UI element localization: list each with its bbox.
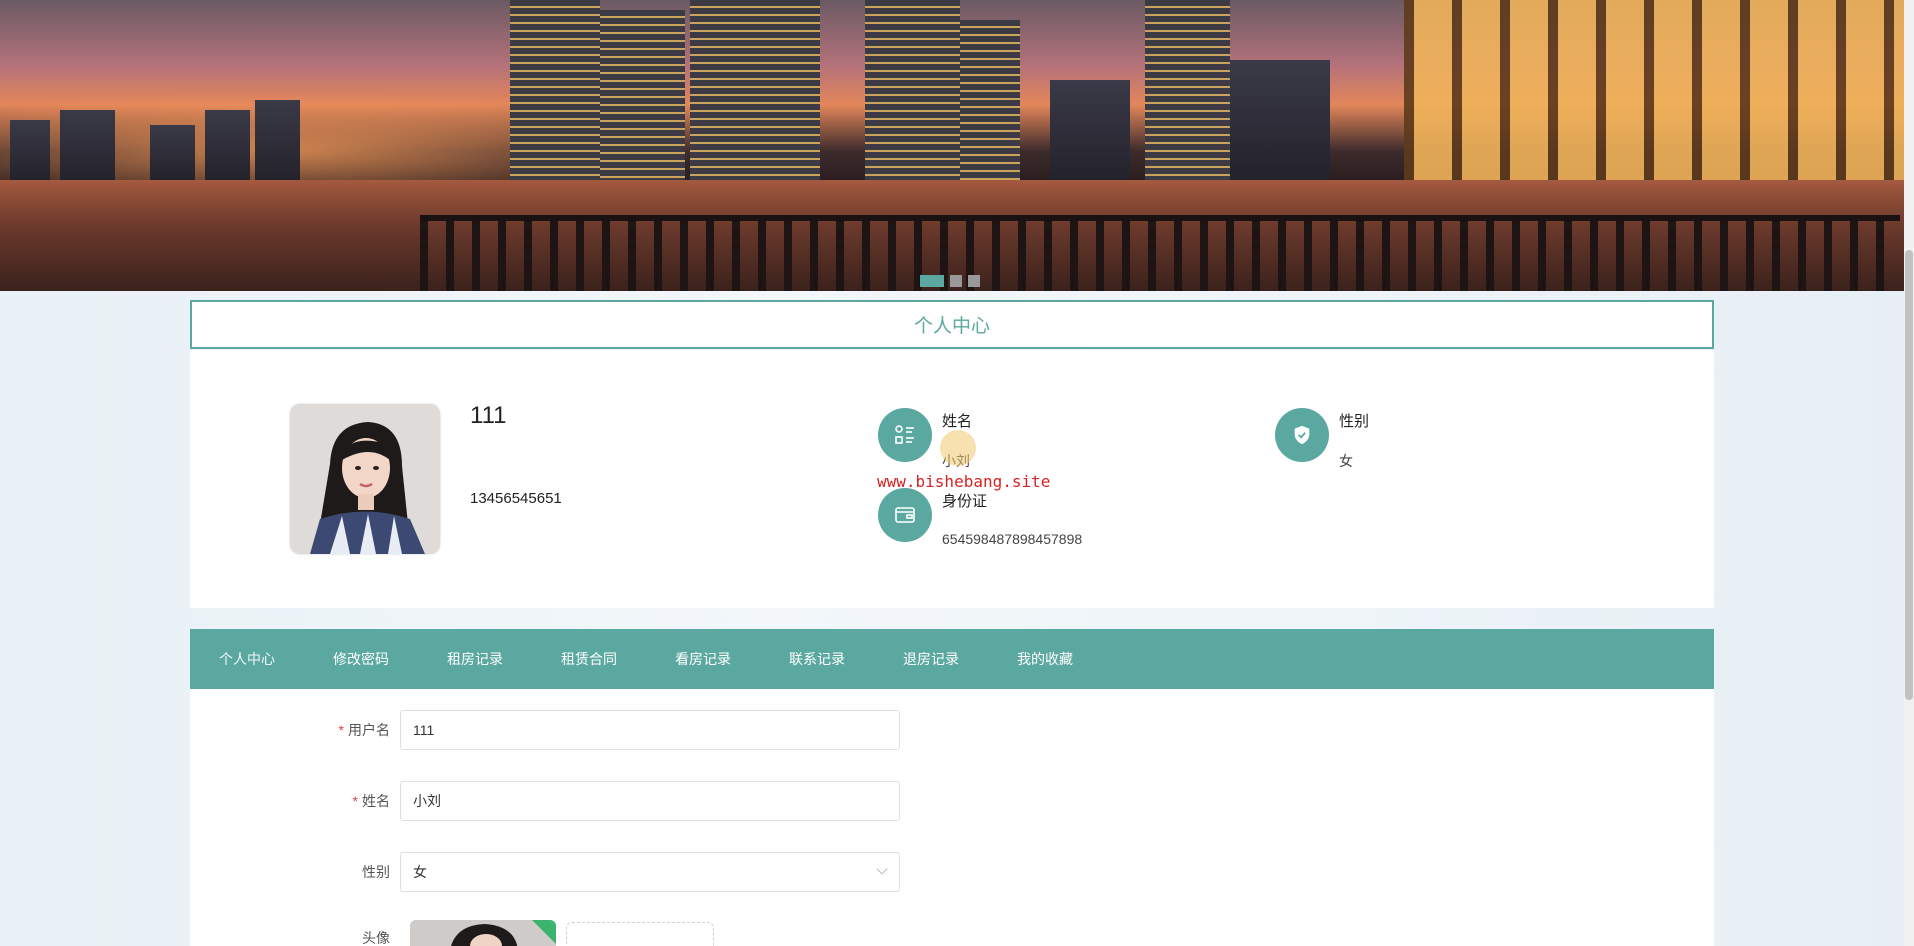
building: [1230, 60, 1330, 180]
building: [865, 0, 960, 180]
required-mark: *: [352, 793, 358, 809]
required-mark: *: [338, 722, 344, 738]
form-label-text: 头像: [362, 930, 390, 946]
tab-favorites[interactable]: 我的收藏: [1017, 649, 1073, 669]
building: [255, 100, 300, 180]
info-label: 身份证: [942, 493, 988, 510]
form-row-name: * 姓名: [190, 781, 900, 821]
banner-carousel[interactable]: [0, 0, 1904, 291]
building: [60, 110, 115, 180]
carousel-dot[interactable]: [968, 275, 980, 287]
info-label: 姓名: [942, 413, 973, 430]
building: [960, 20, 1020, 180]
tab-viewing-records[interactable]: 看房记录: [675, 649, 731, 669]
tab-checkout-records[interactable]: 退房记录: [903, 649, 959, 669]
page-scrollbar[interactable]: [1904, 0, 1914, 946]
building: [510, 0, 600, 180]
tab-rental-records[interactable]: 租房记录: [447, 649, 503, 669]
building: [205, 110, 250, 180]
watermark-text: www.bishebang.site: [877, 472, 1051, 491]
contacts-grid-icon: [878, 408, 932, 462]
building: [690, 0, 820, 180]
info-id-card: 身份证 654598487898457898: [878, 488, 1082, 547]
info-value: 女: [1339, 453, 1353, 469]
profile-username: 111: [470, 402, 507, 429]
gender-select-value[interactable]: [400, 852, 900, 892]
form-row-username: * 用户名: [190, 710, 900, 750]
building: [600, 10, 685, 180]
tab-contact-records[interactable]: 联系记录: [789, 649, 845, 669]
profile-form: *用户名 *姓名 性别 头像: [190, 689, 1714, 946]
carousel-dot[interactable]: [920, 275, 944, 287]
form-label-text: 用户名: [348, 722, 390, 738]
form-label-text: 性别: [362, 864, 390, 880]
form-label: * 姓名: [190, 791, 400, 811]
section-title: 个人中心: [190, 300, 1714, 349]
building: [1050, 80, 1130, 180]
avatar-thumbnail-image: [410, 920, 556, 946]
building: [1145, 0, 1230, 180]
tab-lease-contract[interactable]: 租赁合同: [561, 649, 617, 669]
form-row-avatar: 头像: [190, 928, 400, 946]
form-row-gender: 性别: [190, 852, 900, 892]
form-label: * 用户名: [190, 720, 400, 740]
username-input[interactable]: [400, 710, 900, 750]
avatar-upload-thumbnail[interactable]: [410, 920, 556, 946]
gender-select[interactable]: [400, 852, 900, 892]
profile-phone: 13456545651: [470, 490, 562, 507]
info-value: 654598487898457898: [942, 531, 1083, 547]
tab-personal-center[interactable]: 个人中心: [219, 649, 275, 669]
name-input[interactable]: [400, 781, 900, 821]
info-gender: 性别 女: [1275, 408, 1369, 471]
tab-change-password[interactable]: 修改密码: [333, 649, 389, 669]
wallet-card-icon: [878, 488, 932, 542]
building: [10, 120, 50, 180]
carousel-dot[interactable]: [950, 275, 962, 287]
carousel-indicators: [920, 275, 980, 287]
avatar-upload-button[interactable]: [566, 922, 714, 946]
info-label: 性别: [1339, 413, 1370, 430]
user-center-tabs: 个人中心 修改密码 租房记录 租赁合同 看房记录 联系记录 退房记录 我的收藏: [190, 629, 1714, 689]
lit-mall-building: [1404, 0, 1904, 200]
railing: [420, 215, 1900, 291]
cursor-highlight: [940, 430, 976, 466]
form-label: 头像: [190, 928, 400, 946]
avatar-portrait: [290, 404, 440, 554]
scrollbar-thumb[interactable]: [1905, 250, 1913, 700]
shield-check-icon: [1275, 408, 1329, 462]
form-label-text: 姓名: [362, 793, 390, 809]
form-label: 性别: [190, 862, 400, 882]
avatar: [290, 404, 440, 554]
building: [150, 125, 195, 180]
